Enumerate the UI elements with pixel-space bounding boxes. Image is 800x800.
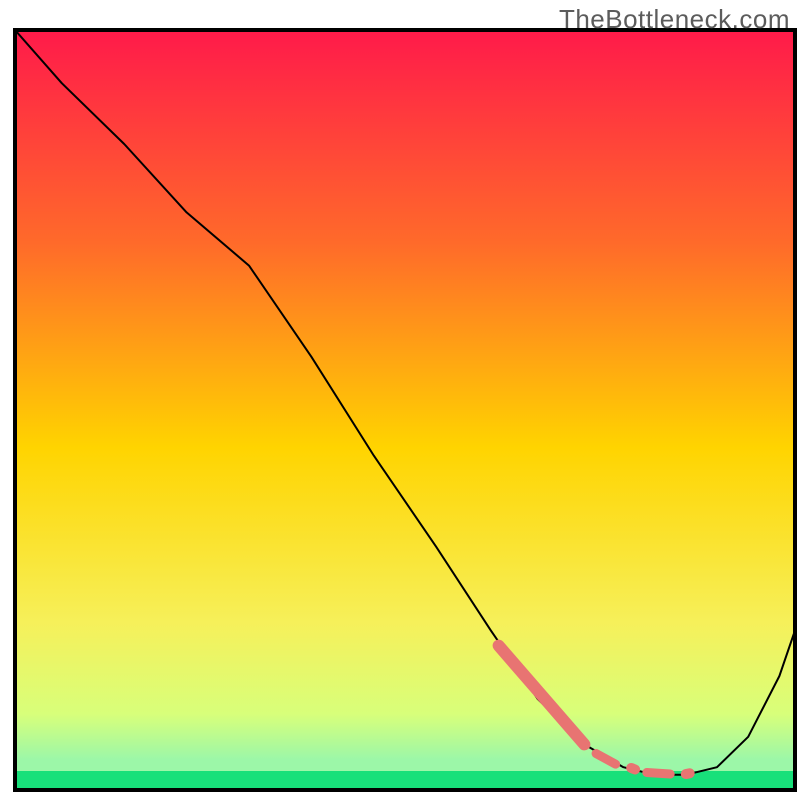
series-highlight-dot-2 — [686, 773, 690, 774]
watermark-text: TheBottleneck.com — [559, 4, 790, 35]
series-highlight-dot-1 — [631, 768, 635, 770]
plot-area — [15, 30, 795, 790]
chart-stage: TheBottleneck.com — [0, 0, 800, 800]
bottleneck-chart — [0, 0, 800, 800]
gradient-background — [15, 30, 795, 790]
series-highlight-dash-b — [647, 773, 670, 775]
